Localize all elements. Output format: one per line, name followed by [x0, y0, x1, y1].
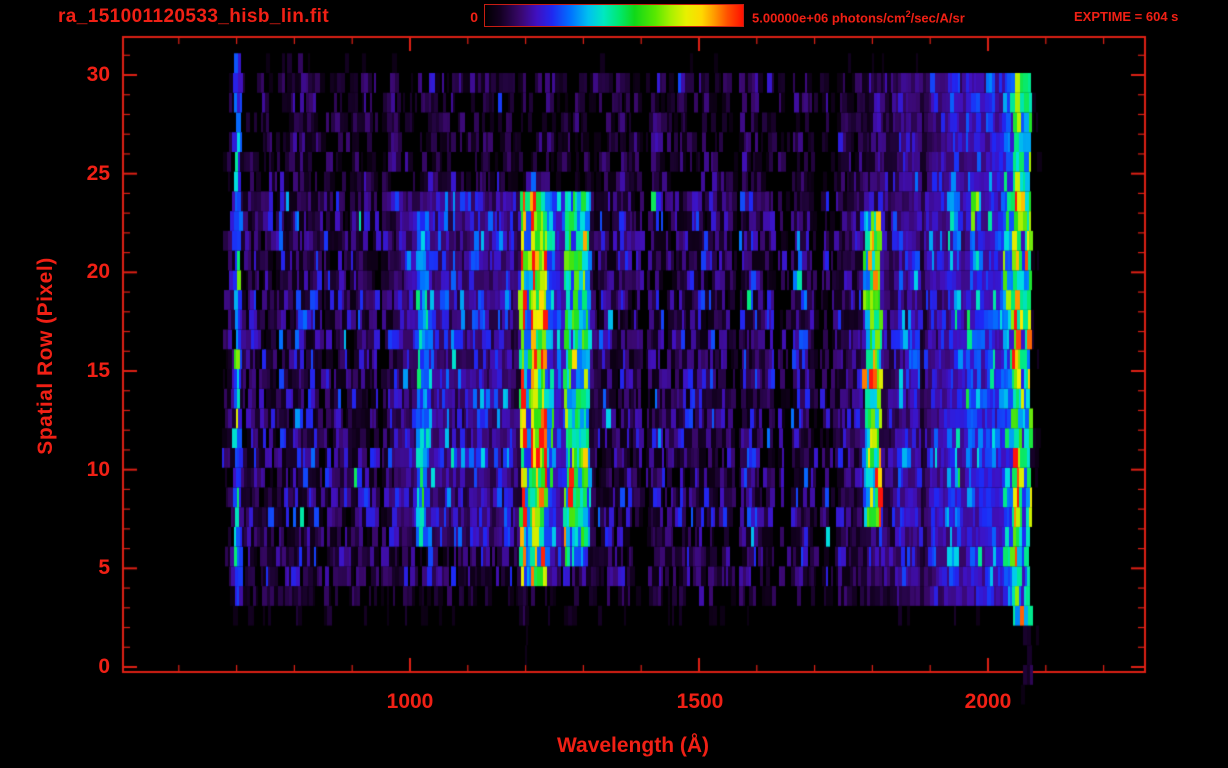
y-tick-label-15: 15 — [86, 359, 110, 382]
colorbar-max-label-prefix: 5.00000e+06 photons/cm — [752, 10, 906, 26]
plot-title: ra_151001120533_hisb_lin.fit — [58, 6, 330, 27]
colorbar-max-label-suffix: /sec/A/sr — [910, 10, 965, 26]
x-tick-label-2000: 2000 — [964, 690, 1012, 713]
x-tick-label-1000: 1000 — [386, 690, 434, 713]
y-axis-title: Spatial Row (Pixel) — [34, 257, 57, 455]
colorbar-gradient — [484, 4, 744, 27]
exptime-label: EXPTIME = 604 s — [1074, 9, 1179, 24]
x-axis-title: Wavelength (Å) — [556, 734, 710, 757]
colorbar-max-label: 5.00000e+06 photons/cm2/sec/A/sr — [752, 9, 965, 25]
y-tick-label-30: 30 — [86, 63, 110, 86]
y-tick-label-5: 5 — [98, 556, 110, 579]
fits-viewer-window: ra_151001120533_hisb_lin.fit 0 5.00000e+… — [0, 0, 1228, 768]
y-tick-label-10: 10 — [86, 458, 110, 481]
x-tick-label-1500: 1500 — [676, 690, 724, 713]
y-tick-label-20: 20 — [86, 260, 110, 283]
colorbar-min-label: 0 — [470, 9, 478, 25]
spectral-image-canvas — [0, 0, 1228, 768]
y-tick-label-25: 25 — [86, 162, 110, 185]
y-tick-label-0: 0 — [98, 655, 110, 678]
